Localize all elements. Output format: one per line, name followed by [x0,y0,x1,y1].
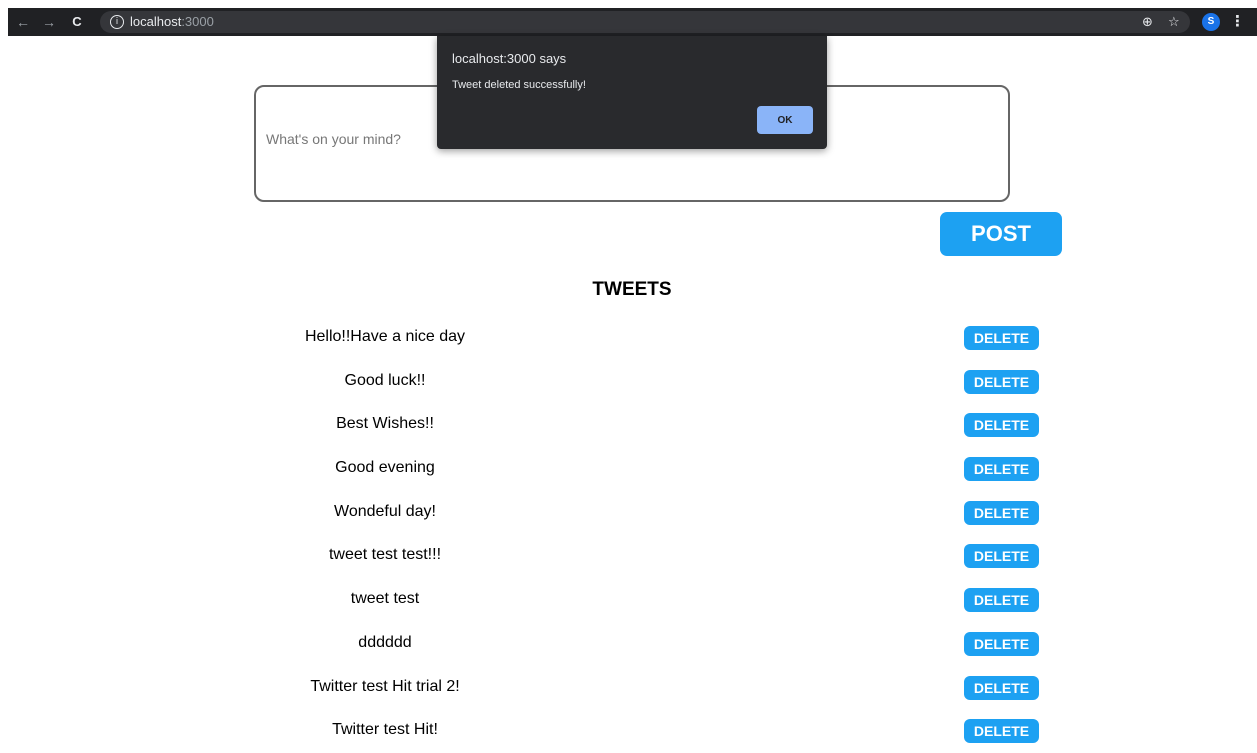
alert-ok-button[interactable]: OK [757,106,813,134]
tweet-text: Good luck!! [344,371,426,389]
profile-avatar[interactable]: S [1202,13,1220,31]
tweet-row: tweet test DELETE [0,578,1257,622]
delete-button[interactable]: DELETE [964,500,1039,525]
tweet-text: Wondeful day! [334,502,436,520]
tweet-row: Best Wishes!! DELETE [0,403,1257,447]
delete-button[interactable]: DELETE [964,675,1039,700]
url-host: localhost [130,14,182,29]
tweet-text: tweet test [350,590,420,608]
info-icon[interactable]: i [110,15,124,29]
zoom-icon[interactable]: ⊕ [1142,14,1153,30]
reload-icon[interactable]: C [68,13,86,31]
tweet-text: Best Wishes!! [336,415,434,433]
delete-button[interactable]: DELETE [964,457,1039,482]
tweet-row: Good luck!! DELETE [0,360,1257,404]
alert-message: Tweet deleted successfully! [452,79,586,91]
tweet-list: Hello!!Have a nice day DELETE Good luck!… [0,316,1257,753]
delete-button[interactable]: DELETE [964,369,1039,394]
delete-button[interactable]: DELETE [964,631,1039,656]
alert-dialog: localhost:3000 says Tweet deleted succes… [437,36,827,149]
tweet-row: tweet test test!!! DELETE [0,534,1257,578]
tweet-text: dddddd [358,633,412,651]
kebab-menu-icon[interactable]: ⋮ [1230,13,1245,31]
tweet-row: Twitter test Hit trial 2! DELETE [0,666,1257,710]
alert-title: localhost:3000 says [452,51,567,66]
delete-button[interactable]: DELETE [964,413,1039,438]
tweets-heading: TWEETS [592,279,672,300]
browser-toolbar: ← → C i localhost:3000 ⊕ ☆ S ⋮ [8,8,1257,36]
address-bar[interactable]: i localhost:3000 ⊕ ☆ [100,11,1190,33]
delete-button[interactable]: DELETE [964,326,1039,350]
tweet-text: Twitter test Hit trial 2! [310,677,460,695]
tweet-row: Wondeful day! DELETE [0,491,1257,535]
tweet-text: Twitter test Hit! [332,721,438,739]
tweet-row: Good evening DELETE [0,447,1257,491]
tweet-row: dddddd DELETE [0,622,1257,666]
back-arrow-icon[interactable]: ← [14,13,32,31]
tweet-row: Twitter test Hit! DELETE [0,709,1257,753]
post-button[interactable]: POST [940,212,1062,256]
delete-button[interactable]: DELETE [964,544,1039,569]
tweet-row: Hello!!Have a nice day DELETE [0,316,1257,360]
delete-button[interactable]: DELETE [964,588,1039,613]
tweet-text: Good evening [335,459,435,477]
url-port: :3000 [181,14,214,29]
tweet-text: Hello!!Have a nice day [304,328,466,345]
url-text[interactable]: localhost:3000 [130,14,214,30]
tweet-text: tweet test test!!! [328,546,442,564]
forward-arrow-icon[interactable]: → [40,13,58,31]
star-icon[interactable]: ☆ [1168,14,1180,30]
